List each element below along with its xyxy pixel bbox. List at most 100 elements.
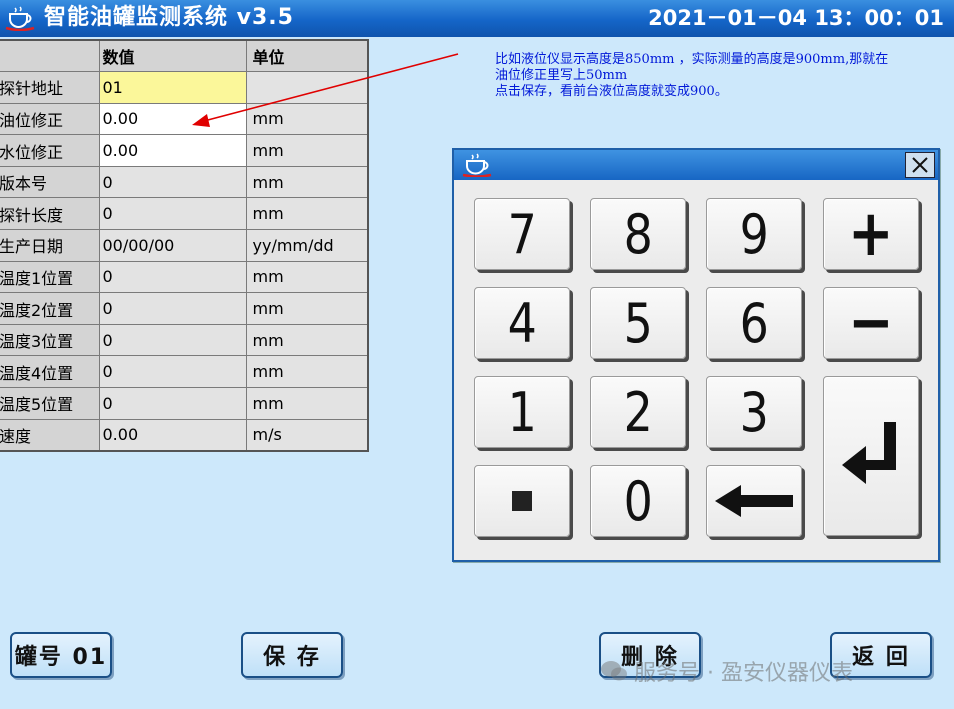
row-label: 探针地址 — [0, 71, 100, 104]
key-label: 2 — [623, 380, 653, 444]
key-0[interactable]: 0 — [590, 465, 686, 537]
key-minus[interactable]: − — [823, 286, 919, 360]
key-enter[interactable] — [823, 376, 919, 536]
row-unit: mm — [245, 165, 369, 199]
left-arrow-icon — [715, 485, 793, 517]
row-unit: mm — [245, 292, 369, 325]
annotation-note: 比如液位仪显示高度是850mm ，实际测量的高度是900mm,那就在 油位修正里… — [495, 52, 950, 100]
key-label: 7 — [507, 202, 537, 266]
temp5-position-value: 0 — [98, 387, 247, 420]
column-header-value: 数值 — [98, 39, 247, 73]
row-unit: mm — [245, 134, 369, 167]
key-2[interactable]: 2 — [590, 376, 686, 448]
row-label: 版本号 — [0, 165, 100, 199]
close-button[interactable] — [905, 152, 935, 178]
oil-level-correction-field[interactable]: 0.00 — [98, 102, 247, 136]
key-label: 0 — [623, 469, 653, 533]
key-label: + — [848, 197, 894, 271]
temp3-position-value: 0 — [98, 323, 247, 357]
key-label: 9 — [739, 202, 769, 266]
key-8[interactable]: 8 — [590, 198, 686, 270]
row-unit: mm — [245, 197, 369, 231]
wechat-icon — [601, 661, 627, 681]
key-3[interactable]: 3 — [706, 376, 802, 448]
annotation-line: 比如液位仪显示高度是850mm ，实际测量的高度是900mm,那就在 — [495, 52, 889, 67]
table-row: 水位修正 0.00 mm — [0, 134, 369, 167]
row-unit: yy/mm/dd — [245, 229, 369, 262]
row-unit: mm — [245, 323, 369, 357]
row-label: 生产日期 — [0, 229, 100, 262]
row-label: 油位修正 — [0, 102, 100, 136]
watermark-text: 服务号 · 盈安仪器仪表 — [634, 661, 853, 686]
row-label: 速度 — [0, 418, 100, 452]
row-label: 水位修正 — [0, 134, 100, 167]
temp4-position-value: 0 — [98, 355, 247, 389]
row-unit: mm — [245, 387, 369, 420]
table-row: 温度2位置 0 mm — [0, 292, 369, 325]
table-row: 温度5位置 0 mm — [0, 387, 369, 420]
table-row: 版本号 0 mm — [0, 165, 369, 199]
teacup-logo-icon — [462, 153, 492, 177]
annotation-line: 点击保存，看前台液位高度就变成900。 — [495, 84, 728, 99]
key-7[interactable]: 7 — [474, 198, 570, 270]
temp1-position-value: 0 — [98, 260, 247, 294]
speed-value: 0.00 — [98, 418, 247, 452]
key-5[interactable]: 5 — [590, 287, 686, 359]
row-unit: mm — [245, 102, 369, 136]
production-date-value: 00/00/00 — [98, 229, 247, 262]
row-unit: mm — [245, 260, 369, 294]
row-label: 温度4位置 — [0, 355, 100, 389]
row-label: 温度5位置 — [0, 387, 100, 420]
key-label: 3 — [739, 380, 769, 444]
key-1[interactable]: 1 — [474, 376, 570, 448]
app-title: 智能油罐监测系统 v3.5 — [44, 5, 294, 30]
key-label: − — [848, 286, 894, 360]
key-9[interactable]: 9 — [706, 198, 802, 270]
dot-icon — [512, 491, 532, 511]
probe-address-field[interactable]: 01 — [98, 71, 247, 104]
numeric-keypad-dialog: 7 8 9 + 4 5 6 − 1 2 3 0 — [452, 148, 940, 562]
version-value: 0 — [98, 165, 247, 199]
table-row: 探针地址 01 — [0, 71, 369, 104]
row-label: 温度2位置 — [0, 292, 100, 325]
row-label: 温度3位置 — [0, 323, 100, 357]
table-row: 生产日期 00/00/00 yy/mm/dd — [0, 229, 369, 262]
key-label: 6 — [739, 291, 769, 355]
row-label: 温度1位置 — [0, 260, 100, 294]
annotation-line: 油位修正里写上50mm — [495, 68, 628, 83]
column-header-name — [0, 39, 100, 73]
datetime-display: 2021－01－04 13：00：01 — [648, 6, 944, 30]
table-row: 温度3位置 0 mm — [0, 323, 369, 357]
key-backspace[interactable] — [706, 465, 802, 537]
row-unit — [245, 71, 369, 104]
key-label: 8 — [623, 202, 653, 266]
key-label: 5 — [623, 291, 653, 355]
tank-number-button[interactable]: 罐号 01 — [10, 632, 112, 678]
parameter-table: 数值 单位 探针地址 01 油位修正 0.00 mm 水位修正 0.00 mm … — [0, 39, 369, 452]
key-4[interactable]: 4 — [474, 287, 570, 359]
enter-icon — [842, 422, 896, 484]
temp2-position-value: 0 — [98, 292, 247, 325]
table-row: 温度4位置 0 mm — [0, 355, 369, 389]
key-label: 1 — [507, 380, 537, 444]
key-dot[interactable] — [474, 465, 570, 537]
save-button[interactable]: 保 存 — [241, 632, 343, 678]
column-header-unit: 单位 — [245, 39, 369, 73]
table-row: 速度 0.00 m/s — [0, 418, 369, 452]
title-bar: 智能油罐监测系统 v3.5 2021－01－04 13：00：01 — [0, 0, 954, 37]
teacup-logo-icon — [5, 6, 35, 31]
table-row: 温度1位置 0 mm — [0, 260, 369, 294]
probe-length-value: 0 — [98, 197, 247, 231]
table-row: 油位修正 0.00 mm — [0, 102, 369, 136]
close-icon — [912, 157, 928, 173]
row-label: 探针长度 — [0, 197, 100, 231]
water-level-correction-field[interactable]: 0.00 — [98, 134, 247, 167]
row-unit: m/s — [245, 418, 369, 452]
table-header-row: 数值 单位 — [0, 39, 369, 73]
watermark: 服务号 · 盈安仪器仪表 — [600, 655, 853, 687]
key-label: 4 — [507, 291, 537, 355]
key-6[interactable]: 6 — [706, 287, 802, 359]
row-unit: mm — [245, 355, 369, 389]
key-plus[interactable]: + — [823, 197, 919, 271]
table-row: 探针长度 0 mm — [0, 197, 369, 231]
